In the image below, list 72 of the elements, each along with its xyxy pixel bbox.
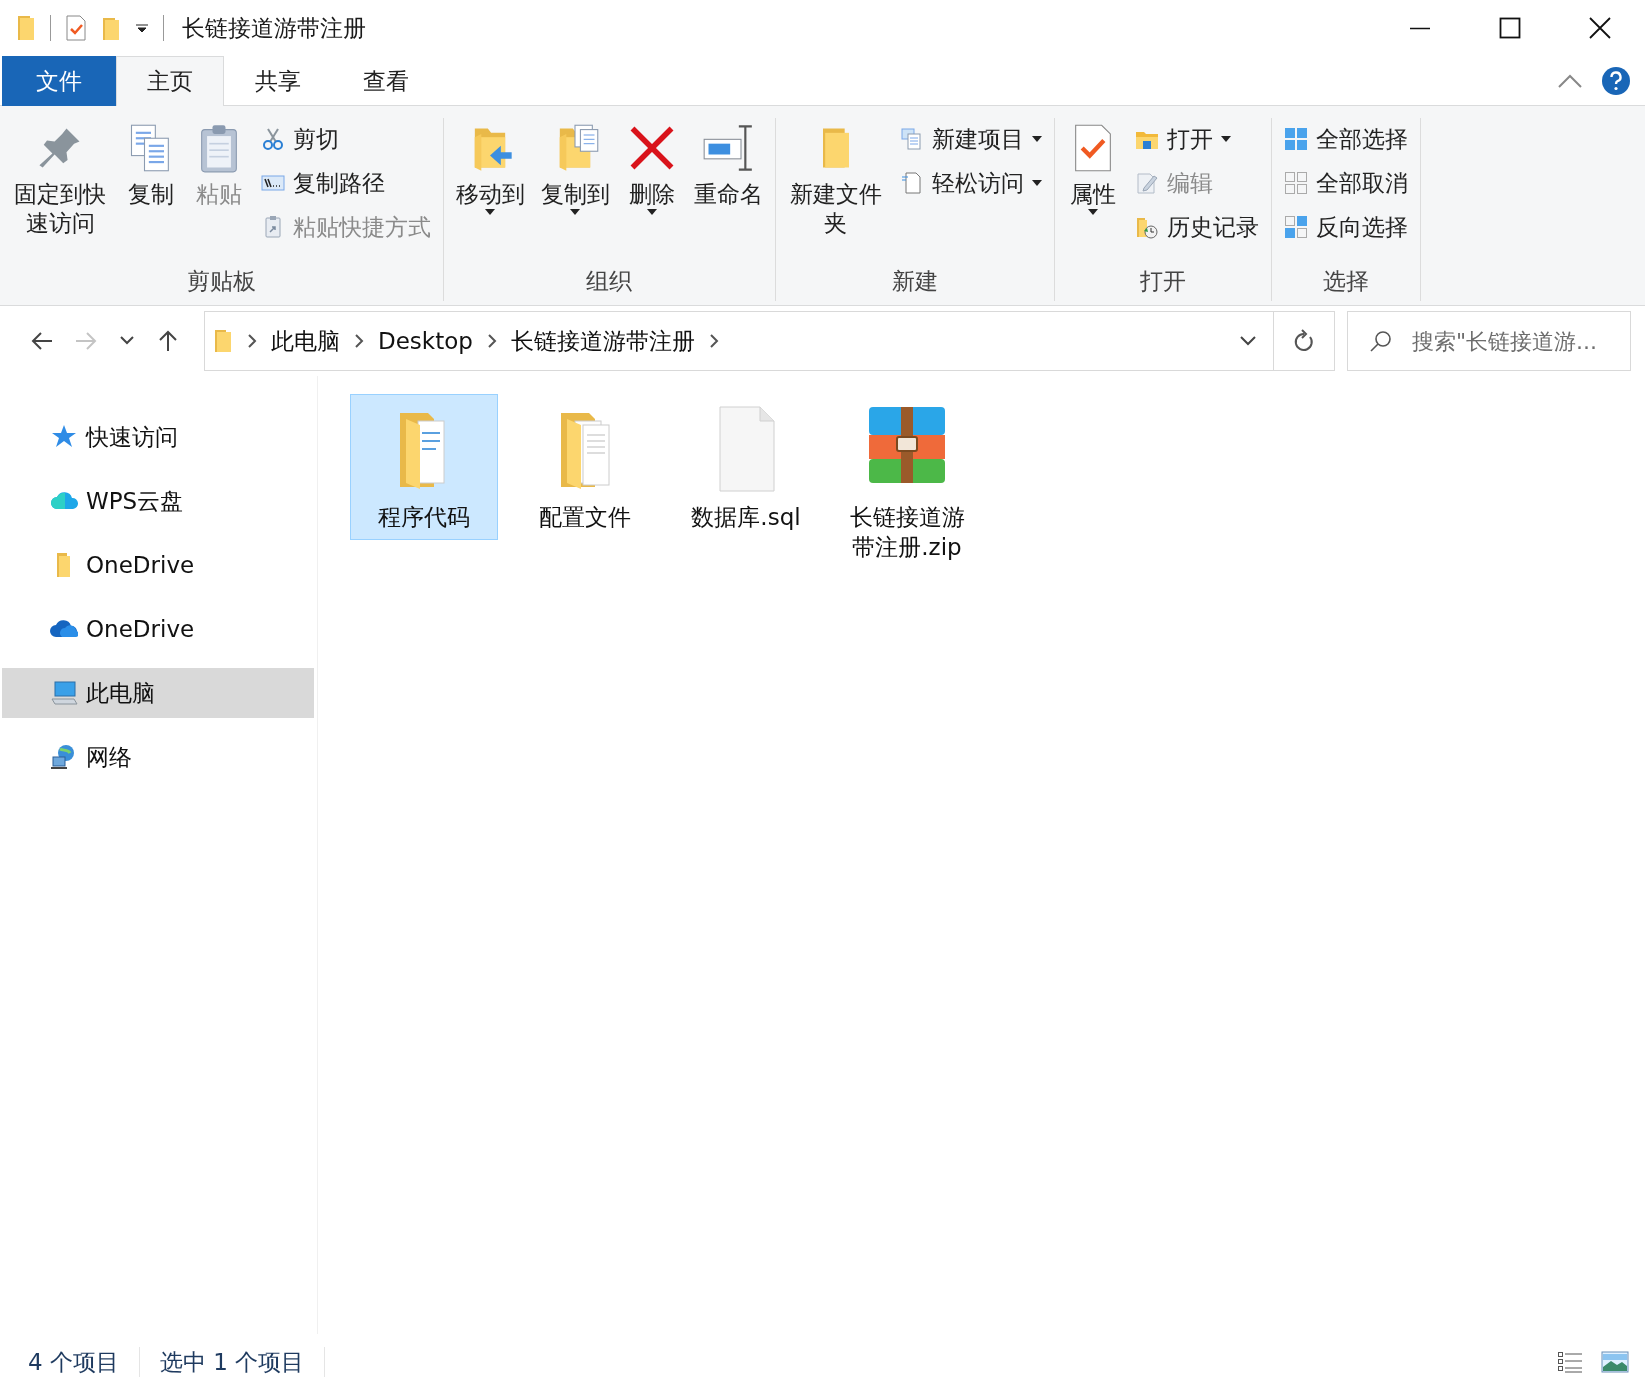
ribbon-button[interactable]: 复制: [118, 118, 183, 266]
ribbon-button[interactable]: 剪切: [254, 118, 437, 160]
group-label: 新建: [890, 267, 939, 296]
breadcrumb[interactable]: 此电脑: [271, 325, 340, 357]
ribbon-button[interactable]: 复制到: [534, 118, 616, 266]
folder-icon: [213, 328, 233, 354]
folder-clock-icon: [1135, 215, 1160, 239]
sidebar-item[interactable]: 网络: [2, 732, 314, 782]
sidebar-item[interactable]: 快速访问: [2, 412, 314, 462]
chevron-down-icon: [1239, 335, 1257, 347]
collapse-icon: [1557, 72, 1583, 89]
ribbon-button[interactable]: 轻松访问: [894, 162, 1049, 204]
file-item[interactable]: 配置文件: [511, 394, 659, 540]
ribbon-button[interactable]: 全部取消: [1278, 162, 1415, 204]
chevron-icon: [708, 334, 719, 348]
search-field[interactable]: 搜索"长链接道游...: [1347, 311, 1631, 371]
large-icons-view-icon: [1601, 1351, 1629, 1373]
breadcrumb[interactable]: 长链接道游带注册: [510, 325, 695, 357]
sidebar-item[interactable]: OneDrive: [2, 540, 314, 590]
refresh-icon: [1293, 329, 1315, 353]
help-icon: [1601, 65, 1631, 96]
folder-icon: [16, 14, 36, 42]
ribbon-button[interactable]: 固定到快速访问: [6, 118, 115, 266]
group-label: 选择: [1322, 267, 1371, 296]
details-view-button[interactable]: [1557, 1350, 1583, 1374]
group-label: 打开: [1139, 267, 1188, 296]
ribbon-button[interactable]: 新建项目: [894, 118, 1049, 160]
file-tab[interactable]: 文件: [2, 56, 116, 106]
chevron-icon: [354, 334, 364, 348]
breadcrumb[interactable]: Desktop: [378, 328, 473, 354]
file-item[interactable]: 程序代码: [350, 394, 498, 540]
rename-icon: [702, 122, 755, 174]
ribbon-button[interactable]: 属性: [1061, 118, 1126, 266]
pencil-document-icon: [1135, 171, 1160, 195]
document-check-icon: [65, 14, 87, 42]
window-title: 长链接道游带注册: [182, 13, 366, 43]
group-label: 组织: [585, 267, 634, 296]
ribbon-button[interactable]: 历史记录: [1129, 206, 1266, 248]
caret-icon: [135, 23, 149, 33]
sidebar-item[interactable]: 此电脑: [2, 668, 314, 718]
ribbon-button[interactable]: 全部选择: [1278, 118, 1415, 160]
tab[interactable]: 主页: [116, 56, 224, 106]
file-item[interactable]: 长链接道游带注册.zip: [833, 394, 981, 570]
minimize-icon: [1409, 26, 1431, 30]
sidebar-item[interactable]: OneDrive: [2, 604, 314, 654]
ribbon-button[interactable]: 反向选择: [1278, 206, 1415, 248]
scissors-icon: [260, 127, 285, 151]
file-item[interactable]: 数据库.sql: [672, 394, 820, 540]
ribbon-button[interactable]: 新建文件夹: [781, 118, 891, 266]
ribbon-button[interactable]: 打开: [1129, 118, 1266, 160]
grid-icon: [1284, 171, 1309, 195]
tab[interactable]: 共享: [224, 56, 332, 106]
tab[interactable]: 查看: [332, 56, 440, 106]
details-view-icon: [1557, 1350, 1583, 1374]
ribbon-button[interactable]: 删除: [619, 118, 684, 266]
search-icon: [1369, 329, 1393, 353]
status-text: 4 个项目: [28, 1347, 140, 1377]
sidebar-item[interactable]: WPS云盘: [2, 476, 314, 526]
status-text: 选中 1 个项目: [159, 1347, 326, 1377]
group-label: 剪贴板: [185, 267, 257, 296]
grid-icon: [1284, 215, 1309, 239]
maximize-icon: [1499, 17, 1521, 39]
grid-icon: [1284, 127, 1309, 151]
ribbon-button[interactable]: 重命名: [687, 118, 769, 266]
ribbon-button[interactable]: 移动到: [449, 118, 531, 266]
chevron-icon: [247, 334, 257, 348]
address-bar[interactable]: 此电脑 Desktop 长链接道游带注册: [204, 311, 1335, 371]
close-icon: [1589, 17, 1611, 39]
large-icons-view-button[interactable]: [1601, 1351, 1629, 1373]
computer-icon: [50, 679, 78, 707]
ribbon-button[interactable]: 复制路径: [254, 162, 437, 204]
chevron-icon: [486, 334, 497, 348]
